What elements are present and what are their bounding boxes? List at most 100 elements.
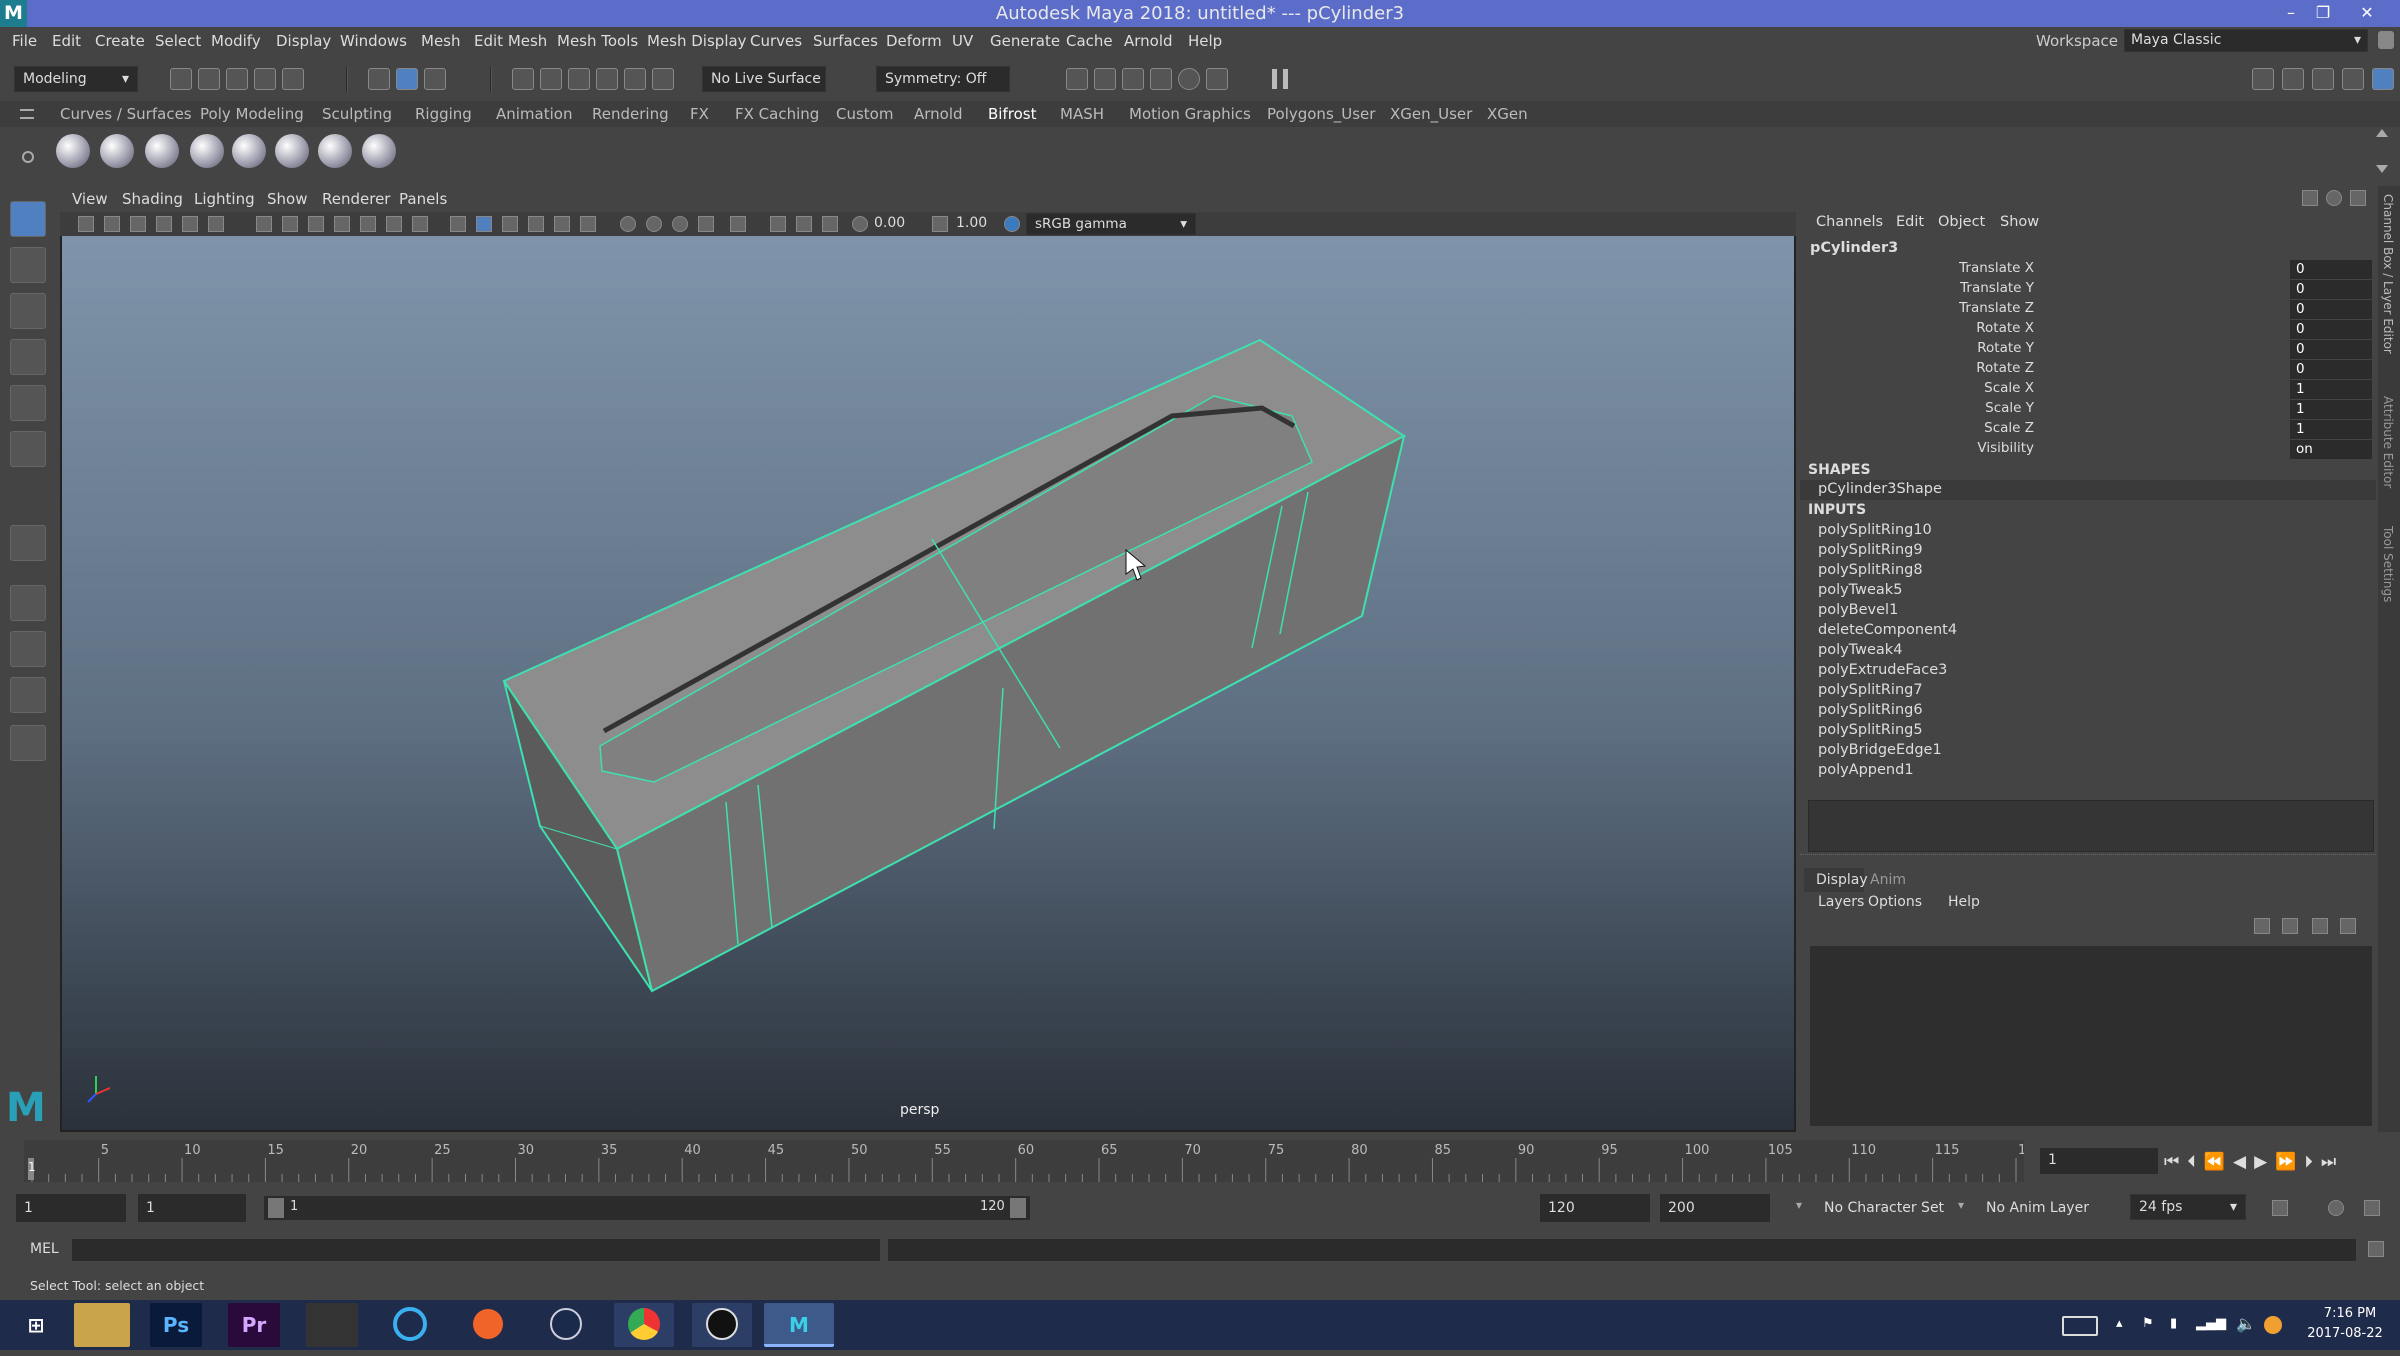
chevron-down-icon[interactable]: ▾ [1958, 1198, 1964, 1212]
anim-layer-select[interactable]: No Anim Layer [1986, 1200, 2089, 1216]
shelf-tab-poly-modeling[interactable]: Poly Modeling [200, 105, 304, 123]
render-frame-icon[interactable] [1094, 68, 1116, 90]
app-icon[interactable] [384, 1303, 436, 1347]
layers-menu[interactable]: Layers [1818, 894, 1864, 910]
menu-create[interactable]: Create [95, 32, 145, 50]
xray-joints-icon[interactable] [822, 216, 838, 232]
side-tab-channel-box[interactable]: Channel Box / Layer Editor [2381, 194, 2395, 354]
attr-value-translate-z[interactable]: 0 [2290, 300, 2372, 319]
channel-box-tool-icon[interactable] [2302, 190, 2318, 206]
channel-box-expand-icon[interactable] [2350, 190, 2366, 206]
select-by-component-icon[interactable] [424, 68, 446, 90]
bifrost-accelerator-icon[interactable] [232, 134, 266, 168]
select-by-object-icon[interactable] [396, 68, 418, 90]
select-by-hierarchy-icon[interactable] [368, 68, 390, 90]
viewport-menu-shading[interactable]: Shading [122, 190, 183, 208]
bifrost-aero-icon[interactable] [100, 134, 134, 168]
input-node[interactable]: polySplitRing10 [1818, 522, 1932, 538]
exposure-icon[interactable] [852, 216, 868, 232]
shelf-tab-sculpting[interactable]: Sculpting [322, 105, 392, 123]
network-icon[interactable]: ▂▄▆ [2196, 1316, 2226, 1331]
command-language-label[interactable]: MEL [30, 1241, 59, 1257]
snap-view-plane-icon[interactable] [596, 68, 618, 90]
attr-value-rotate-y[interactable]: 0 [2290, 340, 2372, 359]
input-node[interactable]: polyTweak4 [1818, 642, 1902, 658]
maya-icon[interactable]: M [764, 1303, 834, 1347]
isolate-select-icon[interactable] [730, 216, 746, 232]
menu-help[interactable]: Help [1188, 32, 1222, 50]
move-tool-icon[interactable] [10, 339, 46, 375]
two-d-pan-zoom-icon[interactable] [182, 216, 198, 232]
step-forward-frame-icon[interactable]: ⏩ [2275, 1152, 2304, 1172]
current-frame-field[interactable]: 1 [2040, 1148, 2158, 1174]
show-hidden-icons-icon[interactable]: ▴ [2116, 1316, 2123, 1331]
viewport-menu-panels[interactable]: Panels [399, 190, 447, 208]
workspace-select[interactable]: Maya Classic ▾ [2124, 29, 2368, 52]
step-back-key-icon[interactable]: ⏴ [2187, 1152, 2204, 1172]
viewport-menu-lighting[interactable]: Lighting [194, 190, 255, 208]
go-to-end-icon[interactable]: ⏭ [2321, 1152, 2344, 1172]
range-start-handle[interactable] [268, 1198, 284, 1218]
clock-time[interactable]: 7:16 PM [2310, 1306, 2390, 1321]
shelf-tab-xgen[interactable]: XGen [1487, 105, 1528, 123]
lasso-tool-icon[interactable] [10, 247, 46, 283]
depth-of-field-icon[interactable] [698, 216, 714, 232]
select-camera-icon[interactable] [78, 216, 94, 232]
explorer-icon[interactable] [74, 1303, 130, 1347]
bifrost-guide-icon[interactable] [362, 134, 396, 168]
bifrost-collider-icon[interactable] [190, 134, 224, 168]
steam-icon[interactable] [540, 1303, 592, 1347]
menu-surfaces[interactable]: Surfaces [813, 32, 878, 50]
color-management-icon[interactable] [1004, 216, 1020, 232]
camera-attributes-icon[interactable] [104, 216, 120, 232]
gamma-value[interactable]: 1.00 [956, 215, 987, 231]
view-transform-select[interactable]: sRGB gamma ▾ [1026, 213, 1196, 235]
menu-curves[interactable]: Curves [750, 32, 802, 50]
redo-icon[interactable] [282, 68, 304, 90]
screen-space-ao-icon[interactable] [620, 216, 636, 232]
grid-icon[interactable] [256, 216, 272, 232]
lock-icon[interactable] [2378, 31, 2394, 49]
animation-end-field[interactable]: 200 [1660, 1194, 1770, 1222]
playback-start-field[interactable]: 1 [138, 1194, 246, 1222]
open-scene-icon[interactable] [198, 68, 220, 90]
ipr-render-icon[interactable] [1122, 68, 1144, 90]
viewport-menu-view[interactable]: View [72, 190, 108, 208]
menu-generate[interactable]: Generate [990, 32, 1060, 50]
viewport-menu-show[interactable]: Show [267, 190, 307, 208]
image-plane-icon[interactable] [156, 216, 172, 232]
layer-tab-anim[interactable]: Anim [1870, 872, 1906, 888]
side-tab-attribute-editor[interactable]: Attribute Editor [2381, 396, 2395, 488]
show-menu[interactable]: Show [2000, 214, 2039, 230]
battery-icon[interactable]: ▮ [2170, 1316, 2177, 1331]
shelf-settings-icon[interactable] [22, 151, 34, 163]
keyboard-icon[interactable] [2062, 1316, 2098, 1336]
tool-settings-icon[interactable] [2342, 68, 2364, 90]
hypershade-icon[interactable] [1178, 68, 1200, 90]
input-node[interactable]: polySplitRing8 [1818, 562, 1923, 578]
menu-display[interactable]: Display [276, 32, 331, 50]
menu-edit[interactable]: Edit [52, 32, 81, 50]
wireframe-on-shaded-icon[interactable] [502, 216, 518, 232]
object-menu[interactable]: Object [1938, 214, 1985, 230]
attr-value-translate-x[interactable]: 0 [2290, 260, 2372, 279]
use-all-lights-icon[interactable] [554, 216, 570, 232]
snap-curve-icon[interactable] [540, 68, 562, 90]
menu-deform[interactable]: Deform [886, 32, 942, 50]
unreal-icon[interactable] [692, 1303, 752, 1347]
menu-modify[interactable]: Modify [211, 32, 261, 50]
bifrost-foam-icon[interactable] [275, 134, 309, 168]
shelf-tab-bifrost[interactable]: Bifrost [988, 105, 1036, 123]
help-menu[interactable]: Help [1948, 894, 1980, 910]
menu-edit-mesh[interactable]: Edit Mesh [474, 32, 547, 50]
bifrost-liquid-icon[interactable] [56, 134, 90, 168]
options-menu[interactable]: Options [1868, 894, 1922, 910]
textured-icon[interactable] [528, 216, 544, 232]
flag-icon[interactable]: ⚑ [2142, 1316, 2154, 1331]
character-set-select[interactable]: No Character Set [1824, 1200, 1944, 1216]
attr-value-scale-z[interactable]: 1 [2290, 420, 2372, 439]
object-name[interactable]: pCylinder3 [1810, 240, 1898, 256]
list-layout-icon[interactable] [10, 725, 46, 761]
go-to-start-icon[interactable]: ⏮ [2164, 1152, 2187, 1172]
undo-icon[interactable] [254, 68, 276, 90]
